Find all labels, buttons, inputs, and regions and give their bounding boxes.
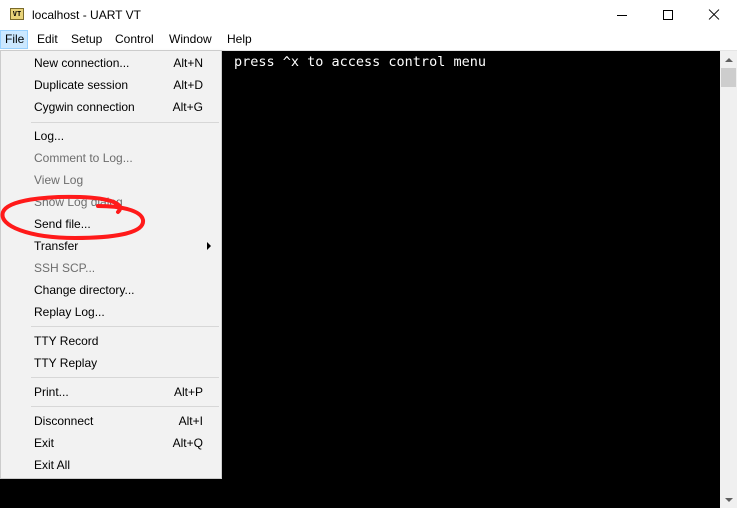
menu-item-shortcut: Alt+P <box>173 385 203 399</box>
menu-item-log[interactable]: Log... <box>3 125 219 147</box>
terminal-text: press ^x to access control menu <box>234 54 486 70</box>
menu-item-change-directory[interactable]: Change directory... <box>3 279 219 301</box>
scroll-down-arrow-icon[interactable] <box>720 491 737 508</box>
menu-bar: File Edit Setup Control Window Help <box>0 30 737 51</box>
menu-item-exit-all[interactable]: Exit All <box>3 454 219 476</box>
menu-item-transfer[interactable]: Transfer <box>3 235 219 257</box>
menu-item-label: Replay Log... <box>34 305 105 319</box>
menu-separator <box>31 122 219 123</box>
menu-item-label: Transfer <box>34 239 79 253</box>
minimize-icon <box>617 14 627 16</box>
menu-item-label: Exit <box>34 436 55 450</box>
menu-help[interactable]: Help <box>223 30 256 49</box>
menu-item-label: Show Log dialog <box>34 195 123 209</box>
menu-separator <box>31 326 219 327</box>
menu-item-ssh-scp: SSH SCP... <box>3 257 219 279</box>
menu-item-shortcut: Alt+Q <box>172 436 203 450</box>
menu-item-label: TTY Replay <box>34 356 98 370</box>
menu-file[interactable]: File <box>0 30 28 49</box>
menu-edit[interactable]: Edit <box>33 30 62 49</box>
title-bar: VT localhost - UART VT <box>0 0 737 30</box>
window-title: localhost - UART VT <box>32 8 141 22</box>
menu-separator <box>31 377 219 378</box>
menu-item-label: Disconnect <box>34 414 94 428</box>
menu-item-tty-record[interactable]: TTY Record <box>3 330 219 352</box>
menu-item-label: View Log <box>34 173 84 187</box>
menu-item-label: TTY Record <box>34 334 99 348</box>
maximize-icon <box>663 10 673 20</box>
menu-item-comment-to-log: Comment to Log... <box>3 147 219 169</box>
scroll-up-arrow-icon[interactable] <box>720 51 737 68</box>
menu-item-shortcut: Alt+D <box>173 78 203 92</box>
file-menu-dropdown: New connection... Alt+N Duplicate sessio… <box>0 50 222 479</box>
menu-item-shortcut: Alt+I <box>178 414 203 428</box>
menu-window[interactable]: Window <box>165 30 216 49</box>
menu-item-shortcut: Alt+G <box>172 100 203 114</box>
menu-item-disconnect[interactable]: Disconnect Alt+I <box>3 410 219 432</box>
menu-item-label: Duplicate session <box>34 78 129 92</box>
menu-item-send-file[interactable]: Send file... <box>3 213 219 235</box>
menu-item-label: Print... <box>34 385 69 399</box>
menu-separator <box>31 406 219 407</box>
close-button[interactable] <box>691 0 737 30</box>
minimize-button[interactable] <box>599 0 645 30</box>
menu-item-label: SSH SCP... <box>34 261 96 275</box>
menu-item-cygwin-connection[interactable]: Cygwin connection Alt+G <box>3 96 219 118</box>
menu-item-replay-log[interactable]: Replay Log... <box>3 301 219 323</box>
menu-item-label: Cygwin connection <box>34 100 135 114</box>
menu-item-tty-replay[interactable]: TTY Replay <box>3 352 219 374</box>
menu-item-label: Change directory... <box>34 283 135 297</box>
menu-item-label: Comment to Log... <box>34 151 133 165</box>
maximize-button[interactable] <box>645 0 691 30</box>
menu-setup[interactable]: Setup <box>67 30 106 49</box>
menu-item-label: Log... <box>34 129 65 143</box>
menu-item-shortcut: Alt+N <box>173 56 203 70</box>
menu-item-exit[interactable]: Exit Alt+Q <box>3 432 219 454</box>
submenu-arrow-icon <box>207 242 211 250</box>
menu-item-label: Exit All <box>34 458 71 472</box>
menu-item-print[interactable]: Print... Alt+P <box>3 381 219 403</box>
app-icon: VT <box>10 8 24 20</box>
menu-item-label: New connection... <box>34 56 130 70</box>
menu-item-view-log: View Log <box>3 169 219 191</box>
menu-control[interactable]: Control <box>111 30 158 49</box>
menu-item-label: Send file... <box>34 217 91 231</box>
close-icon <box>708 9 720 21</box>
menu-item-duplicate-session[interactable]: Duplicate session Alt+D <box>3 74 219 96</box>
vertical-scrollbar[interactable] <box>720 51 737 508</box>
menu-item-show-log-dialog: Show Log dialog <box>3 191 219 213</box>
scroll-thumb[interactable] <box>721 68 736 87</box>
menu-item-new-connection[interactable]: New connection... Alt+N <box>3 52 219 74</box>
